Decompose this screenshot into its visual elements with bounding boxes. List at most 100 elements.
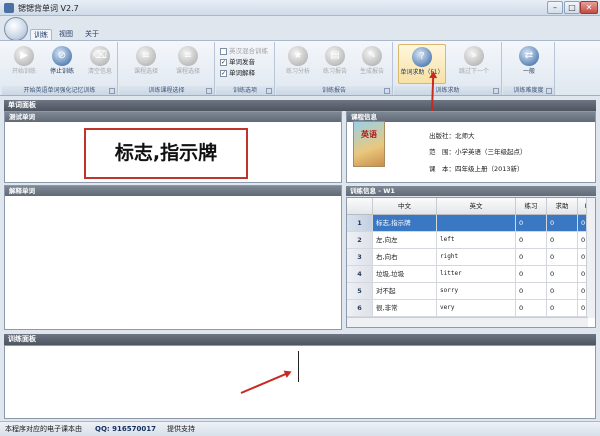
column-header-chinese[interactable]: 中文 <box>373 198 437 215</box>
english-cell[interactable]: litter <box>437 266 516 283</box>
course-select-next-button[interactable]: ≡ 课程选择 <box>169 44 207 84</box>
document-icon: ✎ <box>362 46 382 66</box>
app-icon <box>4 3 14 13</box>
help-cell[interactable]: 0 <box>547 215 578 232</box>
minimize-button[interactable]: – <box>547 1 563 14</box>
word-help-button[interactable]: ? 单词求助（F1） <box>398 44 446 84</box>
practice-report-button[interactable]: ▤ 练习报告 <box>317 44 353 84</box>
app-menu-orb[interactable] <box>4 17 28 41</box>
publisher-row: 出版社：北师大 <box>429 132 475 140</box>
row-number[interactable]: 3 <box>347 249 373 266</box>
generate-report-button[interactable]: ✎ 生成报告 <box>354 44 390 84</box>
chinese-cell[interactable]: 左,向左 <box>373 232 437 249</box>
chinese-cell[interactable]: 很,非常 <box>373 300 437 317</box>
chinese-cell[interactable]: 标志,指示牌 <box>373 215 437 232</box>
book-row: 课 本：四年级上册（2013新） <box>429 165 524 173</box>
practice-report-label: 练习报告 <box>322 68 347 75</box>
course-select-prev-button[interactable]: ≡ 课程选择 <box>127 44 165 84</box>
row-number[interactable]: 6 <box>347 300 373 317</box>
horizontal-scrollbar[interactable] <box>347 317 588 327</box>
practice-cell[interactable]: 0 <box>516 249 547 266</box>
status-text-2: 提供支持 <box>167 425 195 433</box>
row-number[interactable]: 4 <box>347 266 373 283</box>
row-number[interactable]: 5 <box>347 283 373 300</box>
explain-word-header: 解释单词 <box>5 186 341 196</box>
clear-info-button[interactable]: ⌫ 清空信息 <box>82 44 118 84</box>
column-header-practice[interactable]: 练习 <box>516 198 547 215</box>
chinese-cell[interactable]: 右,向右 <box>373 249 437 266</box>
chinese-cell[interactable]: 对不起 <box>373 283 437 300</box>
ribbon: ▶ 开始训练 ⊘ 停止训练 ⌫ 清空信息 开始英语单词强化记忆训练 ≡ 课程选择… <box>0 40 600 96</box>
practice-cell[interactable]: 0 <box>516 283 547 300</box>
column-header-help[interactable]: 求助 <box>547 198 578 215</box>
option-label: 单词解释 <box>229 69 255 77</box>
table-row[interactable]: 4 垃圾,垃圾 litter 0 0 0 <box>347 266 595 283</box>
stop-training-button[interactable]: ⊘ 停止训练 <box>44 44 80 84</box>
difficulty-label: 一般 <box>522 68 535 75</box>
group-launcher-icon[interactable] <box>546 88 552 94</box>
maximize-button[interactable]: □ <box>564 1 580 14</box>
practice-cell[interactable]: 0 <box>516 232 547 249</box>
close-button[interactable]: ✕ <box>580 1 598 14</box>
status-text-1: 本程序对应的电子课本由 <box>5 425 82 433</box>
table-row[interactable]: 3 右,向右 right 0 0 0 <box>347 249 595 266</box>
word-panel-header: 单词面板 <box>4 100 596 111</box>
help-cell[interactable]: 0 <box>547 300 578 317</box>
status-qq: QQ: 916570017 <box>95 425 156 433</box>
stop-training-label: 停止训练 <box>49 68 74 75</box>
test-word-header: 测试单词 <box>5 112 341 122</box>
start-training-button[interactable]: ▶ 开始训练 <box>6 44 42 84</box>
row-number[interactable]: 1 <box>347 215 373 232</box>
english-cell[interactable]: sorry <box>437 283 516 300</box>
stop-icon: ⊘ <box>52 46 72 66</box>
group-launcher-icon[interactable] <box>266 88 272 94</box>
skip-next-button[interactable]: » 跳过下一个 <box>450 44 498 84</box>
english-cell[interactable]: right <box>437 249 516 266</box>
current-word-display: 标志,指示牌 <box>84 128 248 179</box>
book-label: 课 本： <box>429 165 455 173</box>
train-input-area[interactable] <box>4 345 596 419</box>
practice-cell[interactable]: 0 <box>516 266 547 283</box>
help-cell[interactable]: 0 <box>547 249 578 266</box>
column-header-english[interactable]: 英文 <box>437 198 516 215</box>
group-launcher-icon[interactable] <box>384 88 390 94</box>
difficulty-dropdown[interactable]: ⇄ 一般 <box>509 44 549 84</box>
generate-report-label: 生成报告 <box>359 68 384 75</box>
play-icon: ▶ <box>14 46 34 66</box>
checkbox-checked-icon: ✓ <box>220 58 227 66</box>
scope-row: 范 围：小学英语（三年级起点） <box>429 148 527 156</box>
vertical-scrollbar[interactable] <box>586 198 595 318</box>
help-cell[interactable]: 0 <box>547 266 578 283</box>
practice-analysis-button[interactable]: ★ 练习分析 <box>280 44 316 84</box>
english-cell[interactable]: left <box>437 232 516 249</box>
practice-cell[interactable]: 0 <box>516 215 547 232</box>
english-cell[interactable]: very <box>437 300 516 317</box>
group-start-training: ▶ 开始训练 ⊘ 停止训练 ⌫ 清空信息 开始英语单词强化记忆训练 <box>2 42 118 95</box>
course-select-next-label: 课程选择 <box>175 68 200 75</box>
option-mixed-training[interactable]: 英汉混合训练 <box>220 47 268 56</box>
publisher-label: 出版社： <box>429 132 455 140</box>
row-number[interactable]: 2 <box>347 232 373 249</box>
option-pronunciation[interactable]: ✓ 单词发音 <box>220 58 255 67</box>
table-row[interactable]: 5 对不起 sorry 0 0 0 <box>347 283 595 300</box>
status-bar: 本程序对应的电子课本由 QQ: 916570017 提供支持 <box>0 421 600 436</box>
table-row[interactable]: 1 标志,指示牌 0 0 0 <box>347 215 595 232</box>
start-training-label: 开始训练 <box>11 68 36 75</box>
table-row[interactable]: 6 很,非常 very 0 0 0 <box>347 300 595 317</box>
option-label: 单词发音 <box>229 58 255 66</box>
grid-corner-header <box>347 198 373 215</box>
clear-info-label: 清空信息 <box>87 68 112 75</box>
chinese-cell[interactable]: 垃圾,垃圾 <box>373 266 437 283</box>
difficulty-icon: ⇄ <box>519 46 539 66</box>
table-row[interactable]: 2 左,向左 left 0 0 0 <box>347 232 595 249</box>
option-explanation[interactable]: ✓ 单词解释 <box>220 69 255 78</box>
practice-cell[interactable]: 0 <box>516 300 547 317</box>
group-launcher-icon[interactable] <box>493 88 499 94</box>
help-cell[interactable]: 0 <box>547 232 578 249</box>
english-cell[interactable] <box>437 215 516 232</box>
group-launcher-icon[interactable] <box>109 88 115 94</box>
scope-label: 范 围： <box>429 148 455 156</box>
help-cell[interactable]: 0 <box>547 283 578 300</box>
group-launcher-icon[interactable] <box>206 88 212 94</box>
train-info-grid: 中文 英文 练习 求助 B 1标志,指示牌0002左,向左left0003右,向… <box>346 197 596 328</box>
